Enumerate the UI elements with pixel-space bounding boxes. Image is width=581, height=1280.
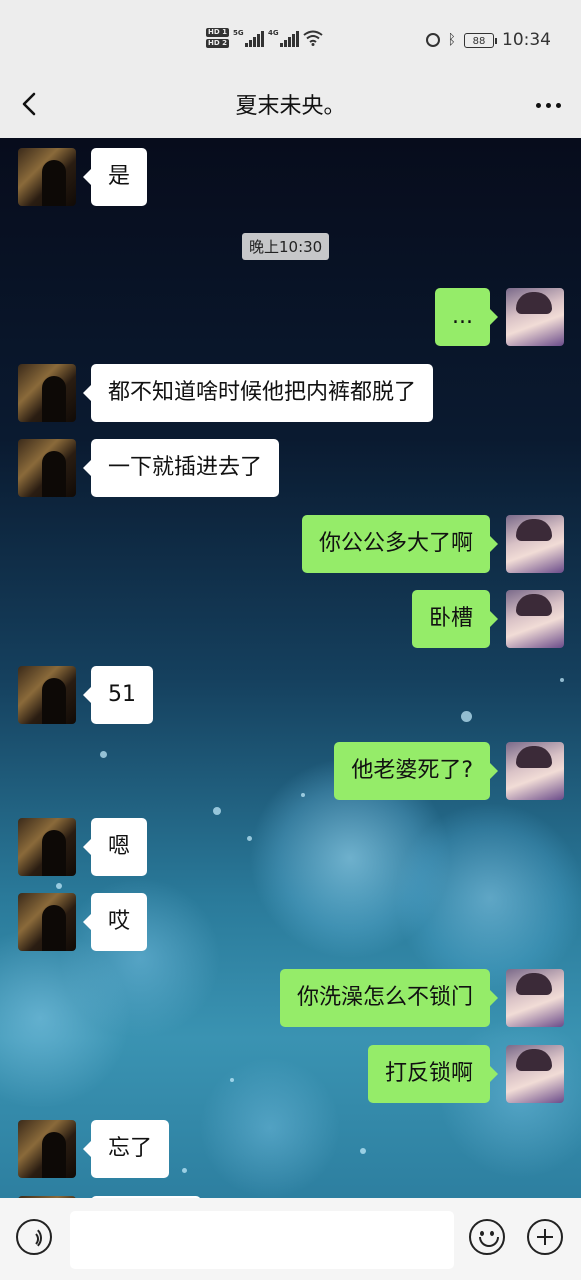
incoming-message[interactable]: 都不知道啥时候他把内裤都脱了 (82, 364, 434, 422)
network-indicators: HD 1 HD 2 5G 4G (206, 28, 323, 48)
outgoing-message[interactable]: 他老婆死了? (334, 742, 498, 800)
hd-indicators: HD 1 HD 2 (206, 28, 229, 48)
contact-avatar[interactable] (18, 148, 76, 206)
hd2-badge: HD 2 (206, 39, 229, 48)
clock: 10:34 (502, 30, 551, 50)
more-options-icon[interactable] (536, 103, 561, 108)
contact-avatar[interactable] (18, 364, 76, 422)
hd1-badge: HD 1 (206, 28, 229, 37)
message-input[interactable] (70, 1211, 454, 1269)
alarm-icon (425, 33, 440, 47)
bluetooth-icon: ᛒ (447, 32, 456, 48)
battery-icon: 88 (464, 32, 497, 48)
chat-header: 夏末未央。 (0, 72, 581, 138)
contact-avatar[interactable] (18, 893, 76, 951)
my-avatar[interactable] (506, 288, 564, 346)
chat-title: 夏末未央。 (235, 94, 346, 119)
more-functions-icon[interactable] (527, 1219, 563, 1255)
input-bar (0, 1198, 581, 1280)
outgoing-message[interactable]: 你洗澡怎么不锁门 (279, 969, 499, 1027)
my-avatar[interactable] (506, 742, 564, 800)
message-list[interactable]: 晚上10:30 是 ... 都不知道啥时候他把内裤都脱了 一下就插进去了 你公公… (0, 138, 581, 1198)
status-bar: HD 1 HD 2 5G 4G ᛒ 88 10:34 (0, 0, 581, 72)
outgoing-message[interactable]: 你公公多大了啊 (301, 515, 499, 573)
outgoing-message[interactable]: ... (435, 288, 498, 346)
incoming-message[interactable]: 忘了 (82, 1120, 170, 1178)
incoming-message[interactable]: 哎 (82, 893, 148, 951)
contact-avatar[interactable] (18, 439, 76, 497)
net1-label: 5G (232, 29, 244, 37)
incoming-message[interactable]: 51 (83, 666, 153, 724)
emoji-icon[interactable] (469, 1219, 505, 1255)
wifi-icon (303, 30, 323, 46)
contact-avatar[interactable] (18, 666, 76, 724)
incoming-message[interactable]: 是 (82, 148, 148, 206)
voice-input-icon[interactable] (16, 1219, 52, 1255)
my-avatar[interactable] (506, 515, 564, 573)
contact-avatar[interactable] (18, 1120, 76, 1178)
outgoing-message[interactable]: 打反锁啊 (367, 1045, 499, 1103)
time-divider: 晚上10:30 (242, 233, 330, 260)
signal-icon-1: 5G (233, 29, 264, 47)
my-avatar[interactable] (506, 969, 564, 1027)
signal-icon-2: 4G (268, 29, 299, 47)
incoming-message[interactable]: 一下就插进去了 (82, 439, 280, 497)
my-avatar[interactable] (506, 590, 564, 648)
contact-avatar[interactable] (18, 818, 76, 876)
incoming-message[interactable]: 嗯 (82, 818, 148, 876)
net2-label: 4G (267, 29, 279, 37)
outgoing-message[interactable]: 卧槽 (411, 590, 499, 648)
my-avatar[interactable] (506, 1045, 564, 1103)
system-indicators: ᛒ 88 10:34 (425, 30, 551, 50)
